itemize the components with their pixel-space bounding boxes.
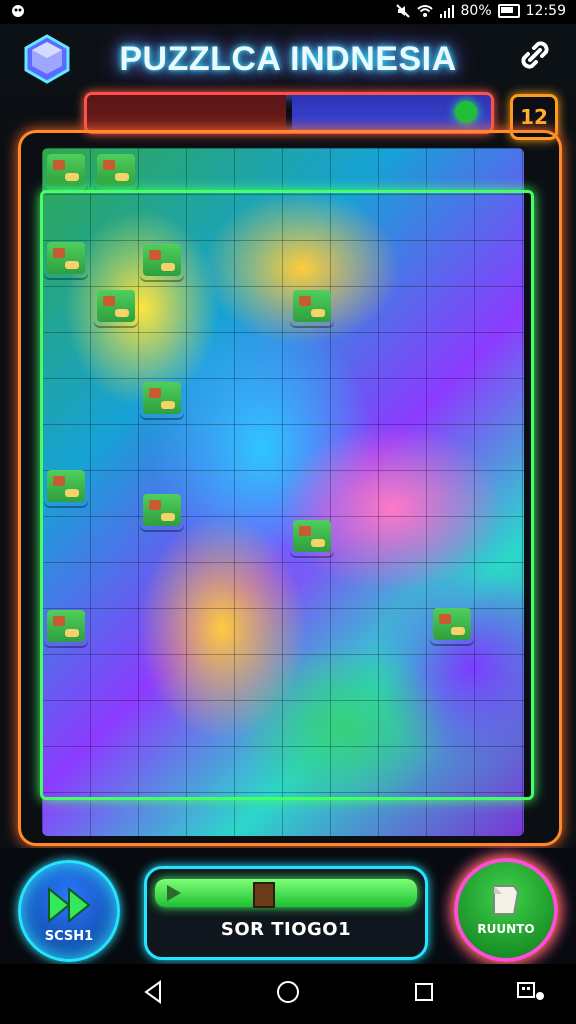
timer-bar	[84, 92, 494, 134]
game-header: PUZZLCA INDNESIA	[0, 24, 576, 94]
puzzle-grid	[42, 148, 524, 836]
keyboard-switch-icon[interactable]	[516, 980, 546, 1006]
start-button-text: SOR TIOGO1	[220, 919, 352, 940]
piece-image-icon	[47, 470, 85, 502]
board-piece-2[interactable]	[94, 150, 138, 190]
gem-icon[interactable]	[22, 34, 72, 84]
piece-image-icon	[47, 154, 85, 186]
piece-image-icon	[47, 242, 85, 274]
board-piece-6[interactable]	[290, 286, 334, 326]
board-piece-12[interactable]	[430, 604, 474, 644]
board-piece-7[interactable]	[140, 378, 184, 418]
hint-button-label: RUUNTO	[477, 922, 535, 936]
recent-apps-icon[interactable]	[410, 978, 438, 1006]
board-piece-4[interactable]	[94, 286, 138, 326]
board-piece-9[interactable]	[140, 490, 184, 530]
piece-image-icon	[97, 290, 135, 322]
play-icon	[167, 885, 181, 901]
board-piece-10[interactable]	[290, 516, 334, 556]
back-icon[interactable]	[140, 978, 168, 1006]
piece-image-icon	[97, 154, 135, 186]
status-bar: 80% 12:59	[0, 0, 576, 24]
board-piece-1[interactable]	[44, 150, 88, 190]
navigation-bar	[0, 964, 576, 1024]
wifi-icon	[416, 5, 433, 17]
notification-icon	[12, 5, 24, 17]
board-piece-8[interactable]	[44, 466, 88, 506]
clock-time: 12:59	[525, 3, 566, 19]
board-piece-11[interactable]	[44, 606, 88, 646]
piece-image-icon	[293, 290, 331, 322]
start-button[interactable]: SOR TIOGO1	[144, 866, 428, 960]
marker-icon	[253, 882, 275, 908]
mute-icon	[395, 4, 410, 18]
board-piece-5[interactable]	[140, 240, 184, 280]
link-icon[interactable]	[518, 38, 552, 72]
game-title: PUZZLCA INDNESIA	[119, 40, 457, 78]
status-bar-right: 80% 12:59	[395, 3, 566, 19]
piece-image-icon	[293, 520, 331, 552]
shuffle-button[interactable]: SCSH1	[18, 860, 120, 962]
timer-knob-icon	[455, 101, 477, 123]
piece-image-icon	[143, 494, 181, 526]
start-progress-bar	[155, 879, 417, 908]
shuffle-button-label: SCSH1	[44, 929, 94, 944]
piece-image-icon	[433, 608, 471, 640]
puzzle-board[interactable]	[42, 148, 524, 836]
hint-button[interactable]: RUUNTO	[454, 858, 558, 962]
battery-icon	[497, 4, 520, 18]
timer-fill	[87, 95, 286, 131]
home-icon[interactable]	[274, 978, 302, 1006]
bottom-controls: SCSH1 SOR TIOGO1 RUUNTO	[0, 848, 576, 964]
puzzle-piece-icon	[493, 885, 520, 915]
piece-image-icon	[143, 382, 181, 414]
battery-percent: 80%	[460, 3, 492, 19]
fast-forward-icon	[48, 886, 91, 924]
board-piece-3[interactable]	[44, 238, 88, 278]
piece-image-icon	[143, 244, 181, 276]
piece-image-icon	[47, 610, 85, 642]
signal-icon	[439, 5, 454, 18]
